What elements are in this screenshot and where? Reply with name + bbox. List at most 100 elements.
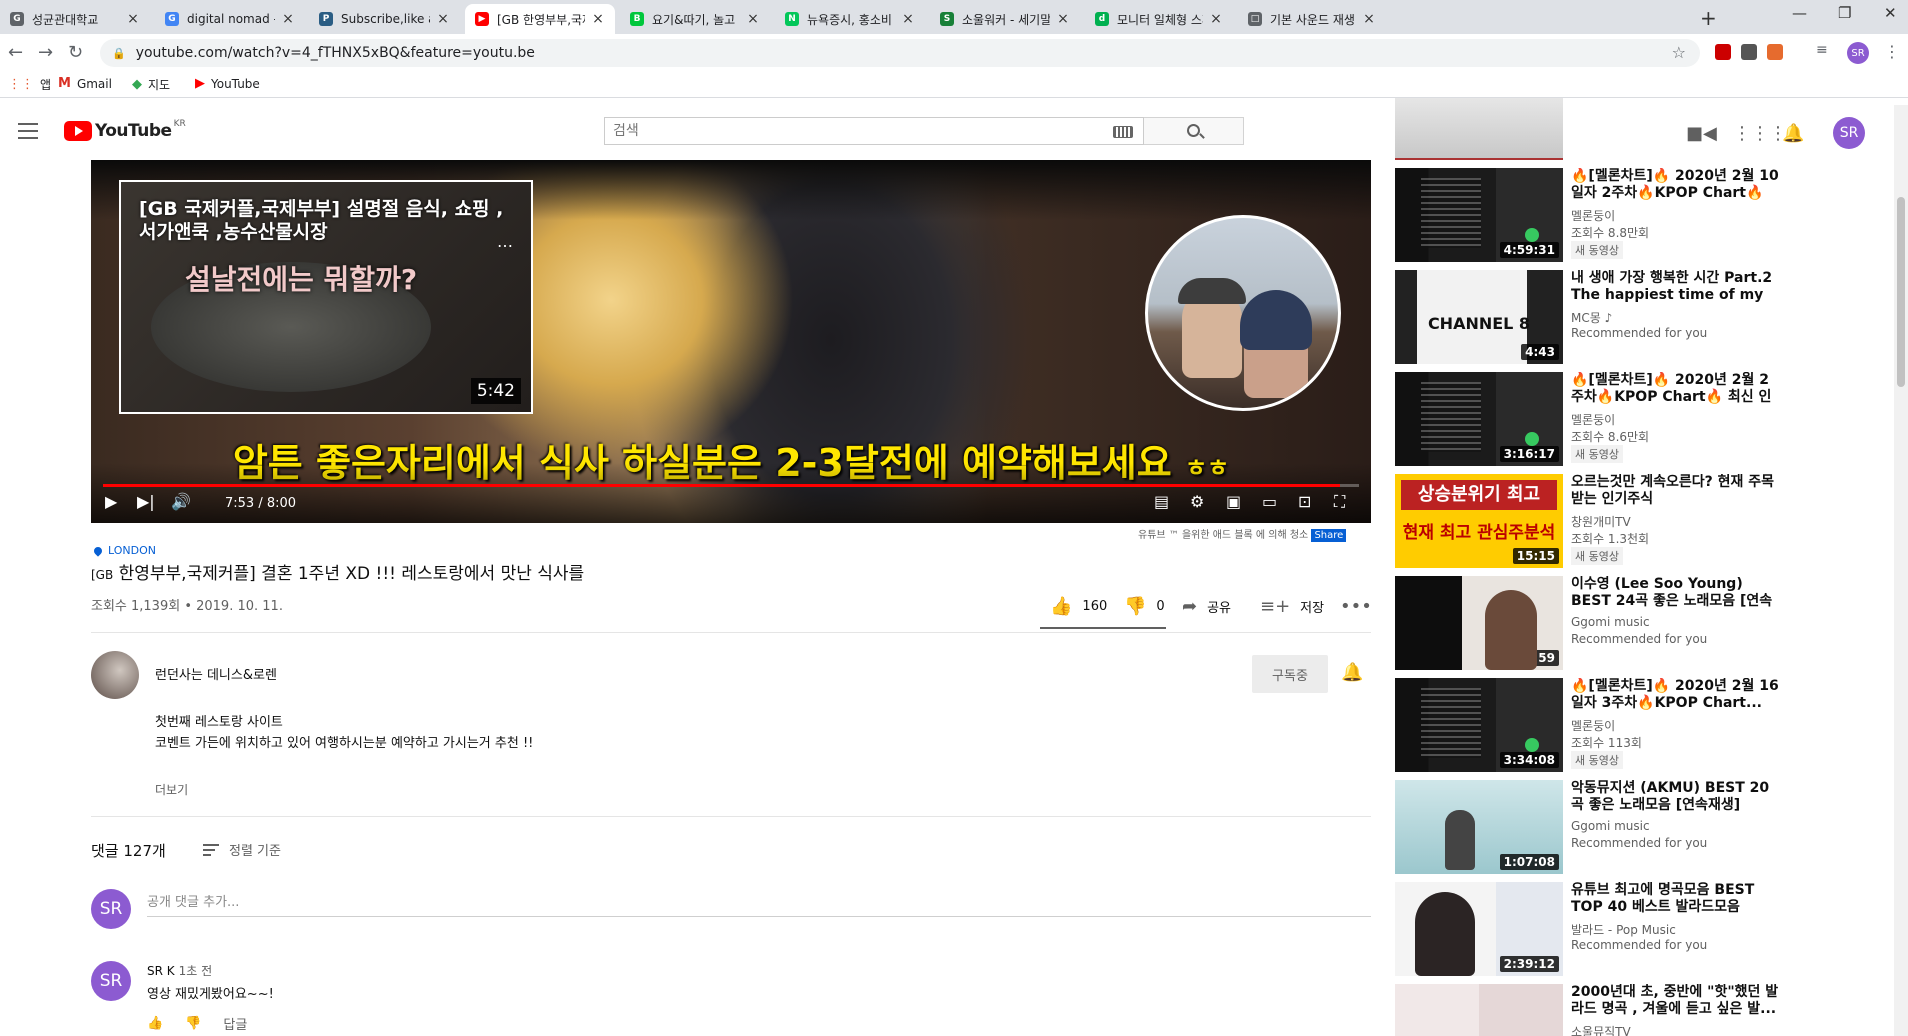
tab-close-icon[interactable]: × bbox=[1362, 11, 1376, 27]
bookmark-star-icon[interactable]: ☆ bbox=[1672, 43, 1686, 62]
related-video-title[interactable]: 이수영 (Lee Soo Young) BEST 24곡 좋은 노래모음 [연속… bbox=[1571, 576, 1781, 610]
add-comment-input[interactable]: 공개 댓글 추가... bbox=[147, 889, 1371, 917]
settings-gear-icon[interactable]: ⚙ bbox=[1190, 492, 1204, 511]
cast-icon[interactable]: ⊡ bbox=[1298, 492, 1311, 511]
related-video-channel[interactable]: Ggomi music bbox=[1571, 819, 1650, 833]
video-thumbnail[interactable] bbox=[1395, 984, 1563, 1036]
more-dots-icon[interactable]: … bbox=[497, 232, 513, 251]
forward-icon[interactable]: → bbox=[38, 42, 53, 63]
extension-icon[interactable] bbox=[1715, 44, 1731, 60]
reply-button[interactable]: 답글 bbox=[223, 1014, 247, 1033]
subscribed-button[interactable]: 구독중 bbox=[1252, 655, 1328, 693]
video-thumbnail[interactable]: 1:44:59 bbox=[1395, 576, 1563, 670]
notification-bell-icon[interactable]: 🔔 bbox=[1341, 662, 1363, 683]
video-thumbnail[interactable]: 4:59:31 bbox=[1395, 168, 1563, 262]
bookmark-apps[interactable]: ⋮⋮ 앱 bbox=[8, 76, 51, 93]
related-video-item[interactable]: 상승분위기 최고 현재 최고 관심주분석 15:15 오르는것만 계속오른다? 현재 … bbox=[1395, 474, 1795, 570]
keyboard-icon[interactable] bbox=[1113, 126, 1133, 138]
tab-close-icon[interactable]: × bbox=[746, 11, 760, 27]
guide-menu-icon[interactable] bbox=[18, 123, 38, 144]
video-thumbnail[interactable]: 3:16:17 bbox=[1395, 372, 1563, 466]
close-window-icon[interactable]: ✕ bbox=[1884, 4, 1897, 22]
channel-name[interactable]: 런던사는 데니스&로렌 bbox=[155, 664, 277, 683]
volume-icon[interactable]: 🔊 bbox=[171, 492, 191, 511]
browser-tab[interactable]: Gdigital nomad - Googl × bbox=[155, 4, 305, 34]
browser-tab[interactable]: ▶ [GB 한영부부,국제커플] × bbox=[465, 4, 615, 34]
browser-tab[interactable]: G 성균관대학교 × bbox=[0, 4, 150, 34]
youtube-logo[interactable]: YouTube KR bbox=[64, 119, 186, 141]
video-location[interactable]: LONDON bbox=[92, 544, 156, 557]
related-video-item[interactable]: 2:39:12 유튜브 최고에 명곡모음 BEST TOP 40 베스트 발라드모… bbox=[1395, 882, 1795, 978]
progress-bar[interactable] bbox=[103, 484, 1359, 487]
related-video-title[interactable]: 🔥[멜론차트]🔥 2020년 2월 10일자 2주차🔥KPOP Chart🔥 최… bbox=[1571, 168, 1781, 202]
share-extension-button[interactable]: Share bbox=[1311, 529, 1347, 542]
related-video-item[interactable]: 3:16:17 🔥[멜론차트]🔥 2020년 2월 2주차🔥KPOP Chart🔥… bbox=[1395, 372, 1795, 468]
browser-tab[interactable]: S 소울워커 - 세기말 액션 × bbox=[930, 4, 1080, 34]
related-video-item[interactable]: 4:59:31 🔥[멜론차트]🔥 2020년 2월 10일자 2주차🔥KPOP C… bbox=[1395, 168, 1795, 264]
comment-like-icon[interactable]: 👍 bbox=[147, 1016, 163, 1031]
scrollbar-thumb[interactable] bbox=[1897, 197, 1905, 387]
browser-tab[interactable]: □ 기본 사운드 재생 장치 × bbox=[1238, 4, 1386, 34]
endscreen-channel-subscribe[interactable] bbox=[1145, 215, 1341, 411]
tab-close-icon[interactable]: × bbox=[1056, 11, 1070, 27]
browser-menu-icon[interactable]: ⋮ bbox=[1884, 42, 1900, 61]
related-video-channel[interactable]: MC몽 ♪ bbox=[1571, 309, 1612, 326]
address-bar[interactable]: 🔒 youtube.com/watch?v=4_fTHNX5xBQ&featur… bbox=[100, 39, 1700, 67]
bookmark-maps[interactable]: ◆ 지도 bbox=[132, 76, 170, 93]
next-icon[interactable]: ▶| bbox=[137, 492, 155, 511]
video-thumbnail[interactable]: 3:34:08 bbox=[1395, 678, 1563, 772]
related-video-channel[interactable]: 창원개미TV bbox=[1571, 513, 1631, 530]
related-video-title[interactable]: 오르는것만 계속오른다? 현재 주목받는 인기주식 bbox=[1571, 474, 1781, 508]
new-tab-icon[interactable]: + bbox=[1700, 6, 1717, 30]
related-video-item[interactable]: 3:34:08 🔥[멜론차트]🔥 2020년 2월 16일자 3주차🔥KPOP C… bbox=[1395, 678, 1795, 774]
tab-close-icon[interactable]: × bbox=[281, 11, 295, 27]
video-player[interactable]: [GB 국제커플,국제부부] 설명절 음식, 쇼핑 , 서가앤쿡 ,농수산물시장… bbox=[91, 160, 1371, 523]
tab-close-icon[interactable]: × bbox=[436, 11, 450, 27]
comment-dislike-icon[interactable]: 👎 bbox=[185, 1016, 201, 1031]
related-video-title[interactable]: 2000년대 초, 중반에 "핫"했던 발라드 명곡 , 겨울에 듣고 싶은 발… bbox=[1571, 984, 1781, 1018]
related-video-channel[interactable]: 발라드 - Pop Music bbox=[1571, 921, 1676, 938]
related-video-title[interactable]: 🔥[멜론차트]🔥 2020년 2월 16일자 3주차🔥KPOP Chart... bbox=[1571, 678, 1781, 712]
subtitles-icon[interactable]: ▤ bbox=[1154, 492, 1169, 511]
tab-close-icon[interactable]: × bbox=[591, 11, 605, 27]
media-control-icon[interactable]: ≡ bbox=[1816, 42, 1832, 58]
fullscreen-icon[interactable]: ⛶ bbox=[1334, 492, 1345, 512]
related-video-channel[interactable]: 멜론둥이 bbox=[1571, 207, 1615, 224]
bookmark-youtube[interactable]: ▶ YouTube bbox=[195, 76, 260, 91]
miniplayer-icon[interactable]: ▣ bbox=[1226, 492, 1241, 511]
search-button[interactable] bbox=[1144, 117, 1244, 145]
share-button[interactable]: ➦ 공유 bbox=[1182, 596, 1231, 617]
video-thumbnail[interactable]: 상승분위기 최고 현재 최고 관심주분석 15:15 bbox=[1395, 474, 1563, 568]
back-icon[interactable]: ← bbox=[8, 42, 23, 63]
related-video-title[interactable]: 악동뮤지션 (AKMU) BEST 20곡 좋은 노래모음 [연속재생] bbox=[1571, 780, 1781, 814]
related-video-item[interactable]: CHANNEL 8 4:43 내 생애 가장 행복한 시간 Part.2 The h… bbox=[1395, 270, 1795, 366]
endscreen-video-card[interactable]: [GB 국제커플,국제부부] 설명절 음식, 쇼핑 , 서가앤쿡 ,농수산물시장… bbox=[119, 180, 533, 414]
play-icon[interactable]: ▶ bbox=[105, 492, 117, 511]
theater-mode-icon[interactable]: ▭ bbox=[1262, 492, 1277, 511]
channel-avatar[interactable] bbox=[91, 651, 139, 699]
sort-comments-button[interactable]: 정렬 기준 bbox=[203, 840, 281, 859]
restore-icon[interactable]: ❐ bbox=[1838, 4, 1851, 22]
related-video-title[interactable]: 유튜브 최고에 명곡모음 BEST TOP 40 베스트 발라드모음 bbox=[1571, 882, 1781, 916]
video-thumbnail[interactable]: 1:07:08 bbox=[1395, 780, 1563, 874]
dislike-button[interactable]: 👎 0 bbox=[1124, 596, 1165, 617]
related-video-channel[interactable]: Ggomi music bbox=[1571, 615, 1650, 629]
related-video-channel[interactable]: 멜론둥이 bbox=[1571, 411, 1615, 428]
tab-close-icon[interactable]: × bbox=[1209, 11, 1223, 27]
browser-tab[interactable]: P Subscribe,like and writ × bbox=[309, 4, 460, 34]
video-thumbnail[interactable]: CHANNEL 8 4:43 bbox=[1395, 270, 1563, 364]
video-thumbnail[interactable]: 2:39:12 bbox=[1395, 882, 1563, 976]
comment-avatar[interactable]: SR bbox=[91, 961, 131, 1001]
browser-tab[interactable]: d 모니터 일체형 스피커 × bbox=[1085, 4, 1233, 34]
related-video-item[interactable]: 1:07:08 악동뮤지션 (AKMU) BEST 20곡 좋은 노래모음 [연속… bbox=[1395, 780, 1795, 876]
browser-tab[interactable]: N 뉴욕증시, 홍소비 실망 × bbox=[775, 4, 925, 34]
related-video-title[interactable]: 내 생애 가장 행복한 시간 Part.2 The happiest time … bbox=[1571, 270, 1781, 304]
account-avatar[interactable]: SR bbox=[1833, 117, 1865, 149]
bookmark-gmail[interactable]: M Gmail bbox=[58, 76, 112, 91]
related-video-item[interactable]: 1:44:59 이수영 (Lee Soo Young) BEST 24곡 좋은 노… bbox=[1395, 576, 1795, 672]
related-video-channel[interactable]: 소울뮤직TV bbox=[1571, 1023, 1631, 1036]
related-video-item[interactable]: 2000년대 초, 중반에 "핫"했던 발라드 명곡 , 겨울에 듣고 싶은 발… bbox=[1395, 984, 1795, 1036]
more-actions-button[interactable]: ••• bbox=[1340, 596, 1382, 617]
lock-icon[interactable]: 🔒 bbox=[112, 47, 126, 60]
related-video-channel[interactable]: 멜론둥이 bbox=[1571, 717, 1615, 734]
